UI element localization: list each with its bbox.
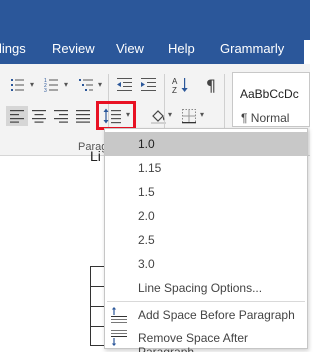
borders-icon — [182, 109, 196, 124]
bullets-button[interactable] — [8, 75, 30, 95]
multilevel-list-icon — [79, 79, 93, 91]
line-spacing-highlight — [96, 101, 136, 130]
line-spacing-option-3-0[interactable]: 3.0 — [105, 252, 307, 276]
line-spacing-menu: 1.0 1.15 1.5 2.0 2.5 3.0 Line Spacing Op… — [104, 128, 308, 352]
sort-az-icon: A Z — [172, 77, 188, 94]
svg-text:3: 3 — [44, 88, 47, 93]
borders-dropdown-arrow[interactable]: ▾ — [200, 110, 204, 119]
style-normal-tile[interactable]: AaBbCcDc ¶ Normal — [232, 72, 310, 127]
sort-button[interactable]: A Z — [170, 75, 192, 95]
shading-button[interactable] — [148, 106, 170, 126]
shading-dropdown-arrow[interactable]: ▾ — [168, 110, 172, 119]
numbering-dropdown-arrow[interactable]: ▾ — [64, 80, 68, 89]
decrease-indent-icon — [117, 78, 132, 91]
tab-help[interactable]: Help — [168, 41, 195, 56]
justify-icon — [76, 110, 90, 123]
align-left-button[interactable] — [6, 106, 28, 126]
multilevel-dropdown-arrow[interactable]: ▾ — [98, 80, 102, 89]
svg-text:A: A — [172, 77, 178, 86]
tab-view[interactable]: View — [116, 41, 144, 56]
justify-button[interactable] — [72, 106, 94, 126]
numbering-icon: 1 2 3 — [44, 78, 58, 93]
line-spacing-option-2-0[interactable]: 2.0 — [105, 204, 307, 228]
add-space-before-paragraph-item[interactable]: Add Space Before Paragraph — [105, 303, 307, 327]
increase-indent-button[interactable] — [138, 75, 160, 95]
tab-mailings[interactable]: lings — [0, 41, 26, 56]
align-right-icon — [54, 110, 68, 123]
svg-text:Z: Z — [172, 86, 177, 94]
line-spacing-option-1-0[interactable]: 1.0 — [105, 132, 307, 156]
line-spacing-options-item[interactable]: Line Spacing Options... — [105, 276, 307, 300]
line-spacing-option-1-15[interactable]: 1.15 — [105, 156, 307, 180]
align-left-icon — [10, 110, 24, 123]
align-right-button[interactable] — [50, 106, 72, 126]
paint-bucket-icon — [151, 110, 166, 124]
bullets-dropdown-arrow[interactable]: ▾ — [30, 80, 34, 89]
pilcrow-icon: ¶ — [205, 75, 217, 95]
align-center-icon — [32, 110, 46, 123]
increase-indent-icon — [141, 78, 156, 91]
multilevel-list-button[interactable] — [76, 75, 98, 95]
tab-review[interactable]: Review — [52, 41, 95, 56]
borders-button[interactable] — [178, 106, 200, 126]
tab-grammarly[interactable]: Grammarly — [220, 41, 284, 56]
style-preview-text: AaBbCcDc — [240, 87, 299, 101]
menu-separator — [107, 301, 305, 302]
bullets-icon — [11, 79, 24, 91]
tab-edge-marker — [304, 40, 310, 64]
decrease-indent-button[interactable] — [114, 75, 136, 95]
line-spacing-option-2-5[interactable]: 2.5 — [105, 228, 307, 252]
remove-space-after-paragraph-item[interactable]: Remove Space After Paragraph — [105, 326, 307, 352]
align-center-button[interactable] — [28, 106, 50, 126]
numbering-button[interactable]: 1 2 3 — [42, 75, 64, 95]
document-text-fragment: Li — [90, 148, 101, 164]
ribbon-tab-bar: lings Review View Help Grammarly — [0, 0, 310, 64]
line-spacing-option-1-5[interactable]: 1.5 — [105, 180, 307, 204]
style-name-label: ¶ Normal — [241, 111, 290, 125]
add-space-before-icon — [111, 307, 127, 323]
show-formatting-marks-button[interactable]: ¶ — [200, 75, 222, 95]
remove-space-after-icon — [111, 330, 127, 346]
